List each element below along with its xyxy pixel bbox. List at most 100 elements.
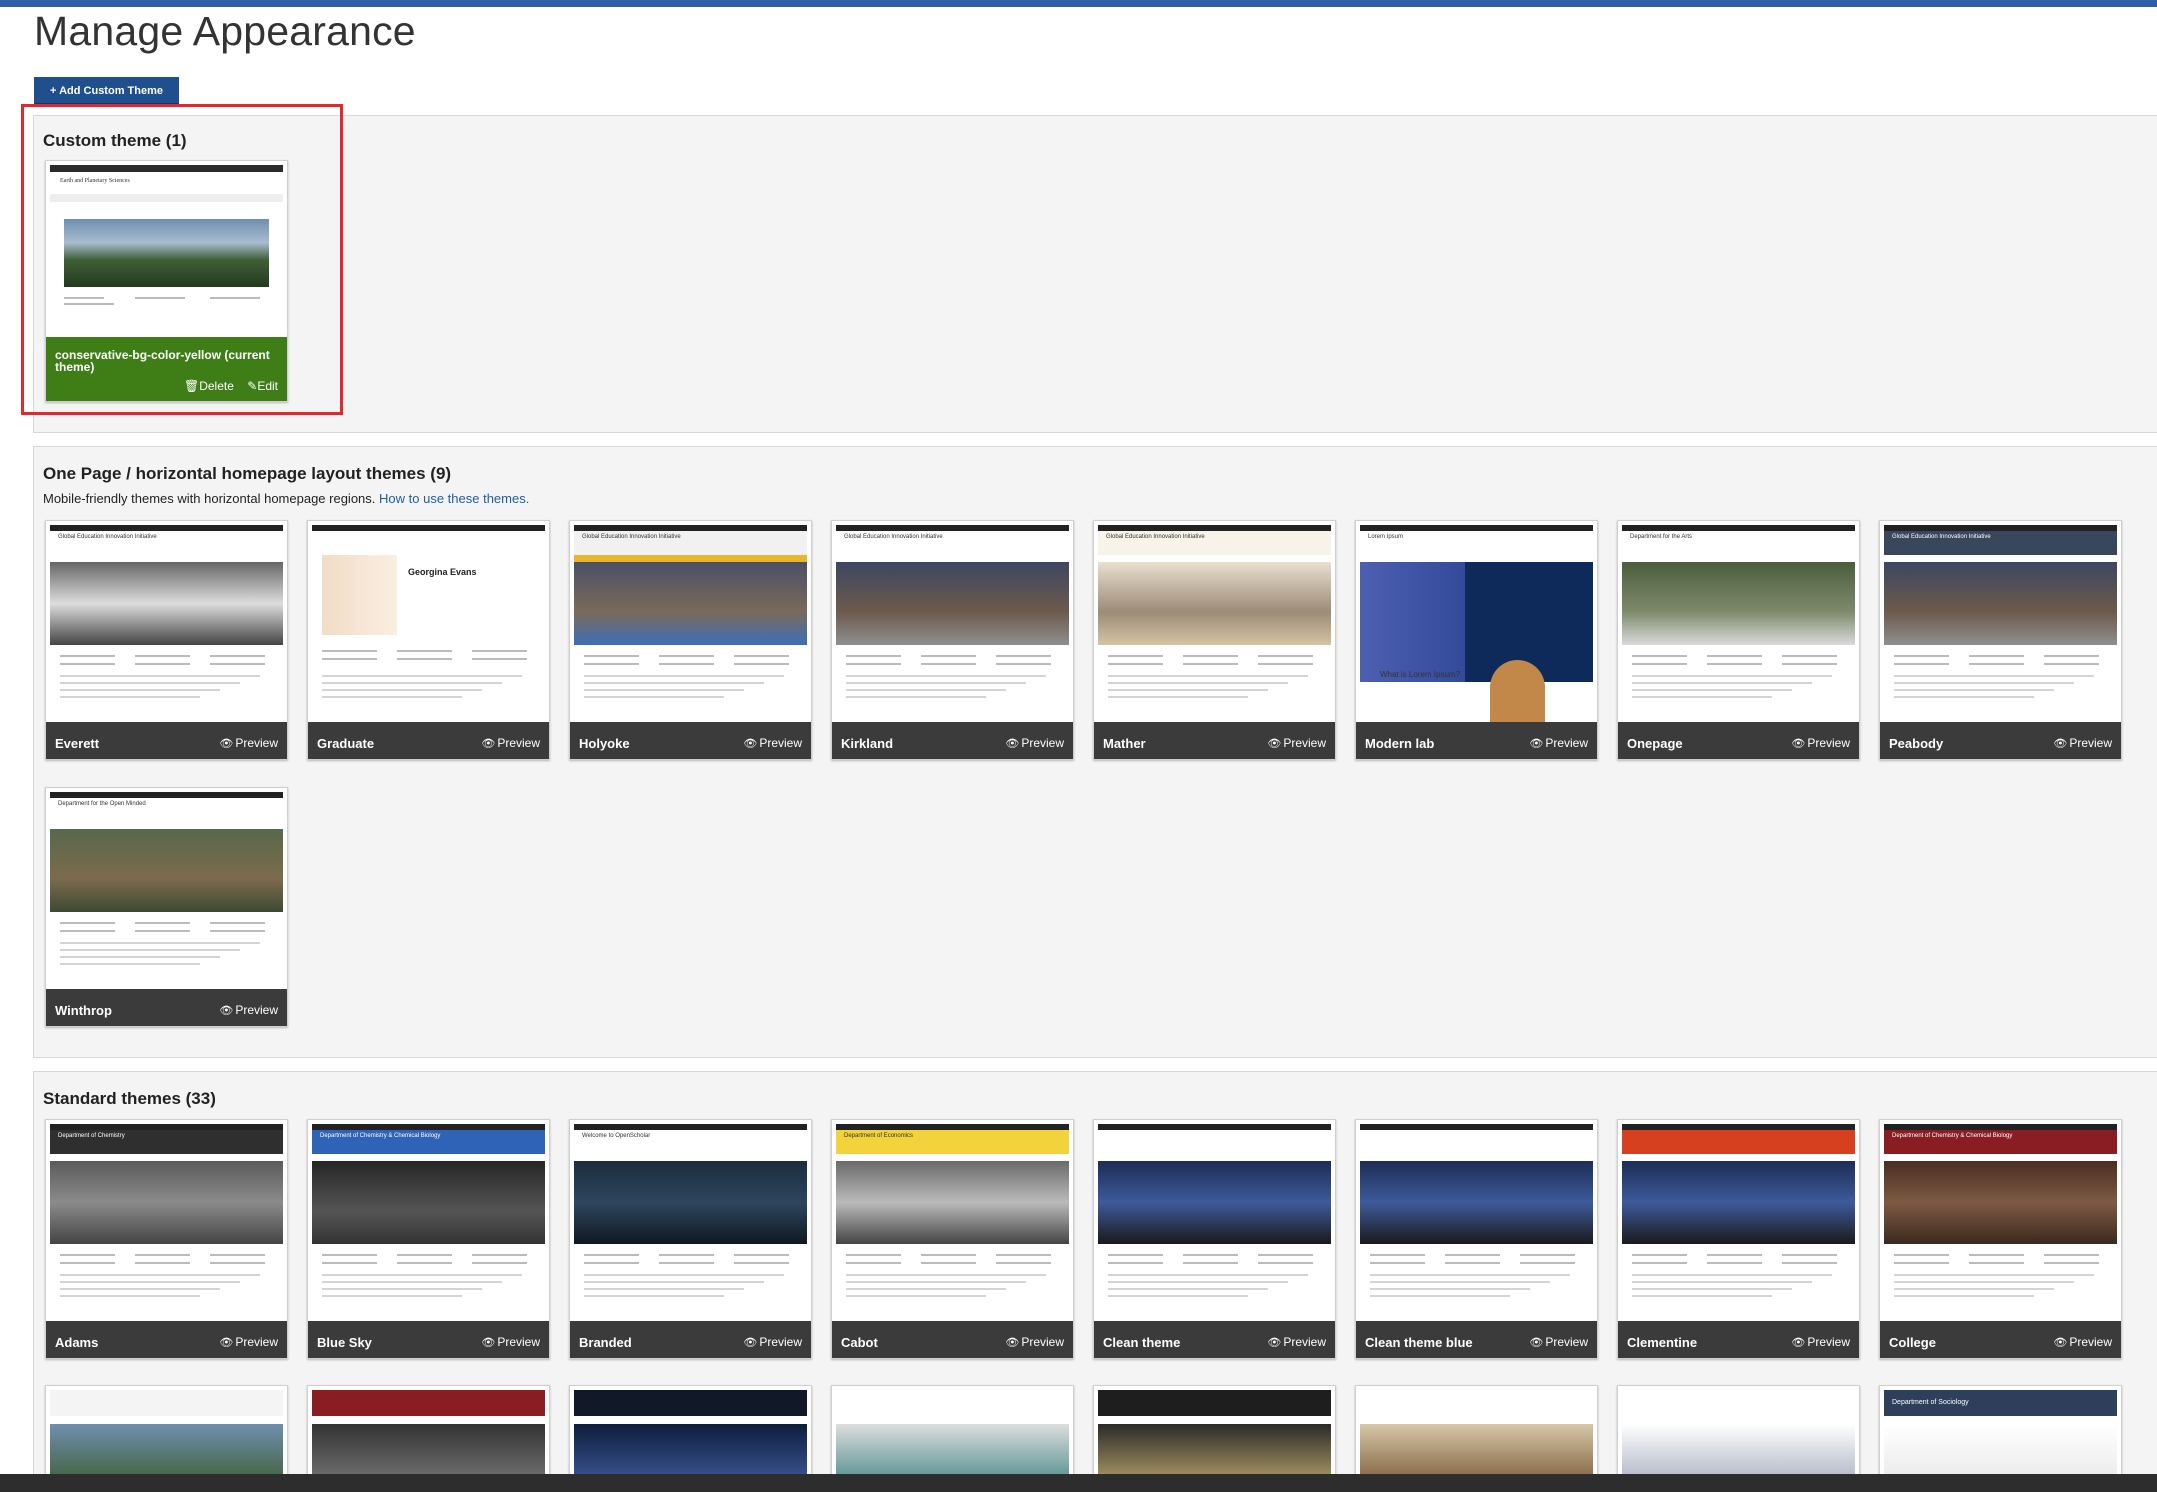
eye-icon: 👁 (1267, 1337, 1282, 1349)
section-description: Mobile-friendly themes with horizontal h… (43, 491, 530, 506)
theme-card[interactable] (569, 1385, 812, 1487)
edit-theme-button[interactable]: ✎Edit (247, 379, 278, 393)
preview-button[interactable]: 👁 Preview (1791, 1335, 1850, 1349)
theme-thumbnail: Department of Economics (836, 1124, 1069, 1321)
theme-card-bar: College 👁 Preview (1880, 1321, 2121, 1358)
preview-button[interactable]: 👁 Preview (1791, 736, 1850, 750)
current-theme-bar: conservative-bg-color-yellow (current th… (46, 337, 287, 401)
thumb-question: What is Lorem Ipsum? (1380, 670, 1461, 679)
preview-label: Preview (1545, 1335, 1588, 1349)
how-to-use-link[interactable]: How to use these themes. (379, 491, 529, 506)
preview-button[interactable]: 👁 Preview (1005, 736, 1064, 750)
eye-icon: 👁 (2053, 1337, 2068, 1349)
theme-card[interactable] (45, 1385, 288, 1487)
preview-button[interactable]: 👁 Preview (2053, 1335, 2112, 1349)
eye-icon: 👁 (743, 1337, 758, 1349)
eye-icon: 👁 (1267, 738, 1282, 750)
edit-icon: ✎ (247, 379, 258, 393)
theme-card[interactable] (831, 1385, 1074, 1487)
section-title: Standard themes (33) (43, 1089, 216, 1108)
preview-label: Preview (235, 1335, 278, 1349)
theme-card[interactable] (1355, 1385, 1598, 1487)
theme-card-bar: Clementine 👁 Preview (1618, 1321, 1859, 1358)
thumb-site-title: Global Education Innovation Initiative (844, 534, 943, 540)
theme-thumbnail: Georgina Evans (312, 525, 545, 722)
theme-card-bar: Winthrop 👁 Preview (46, 989, 287, 1026)
preview-button[interactable]: 👁 Preview (219, 736, 278, 750)
preview-button[interactable]: 👁 Preview (1529, 1335, 1588, 1349)
preview-button[interactable]: 👁 Preview (1267, 1335, 1326, 1349)
theme-thumbnail: Department of Chemistry & Chemical Biolo… (1884, 1124, 2117, 1321)
theme-name: Mather (1103, 736, 1146, 751)
theme-card[interactable]: Department for the Arts Onepage 👁 Preview (1617, 520, 1860, 760)
theme-thumbnail: Department of Sociology (1884, 1390, 2117, 1486)
preview-button[interactable]: 👁 Preview (481, 736, 540, 750)
preview-label: Preview (759, 1335, 802, 1349)
theme-card[interactable]: Department of Sociology (1879, 1385, 2122, 1487)
theme-card[interactable]: Global Education Innovation Initiative Ho… (569, 520, 812, 760)
theme-card-bar: Clean theme blue 👁 Preview (1356, 1321, 1597, 1358)
preview-label: Preview (235, 1003, 278, 1017)
theme-thumbnail (574, 1390, 807, 1486)
theme-thumbnail: Global Education Innovation Initiative (50, 525, 283, 722)
preview-button[interactable]: 👁 Preview (743, 1335, 802, 1349)
theme-thumbnail: Global Education Innovation Initiative (1098, 525, 1331, 722)
theme-name: Onepage (1627, 736, 1683, 751)
current-theme-card[interactable]: Earth and Planetary Sciences conservativ… (45, 160, 288, 402)
theme-card-bar: Mather 👁 Preview (1094, 722, 1335, 759)
theme-card[interactable]: Department of Chemistry & Chemical Biolo… (1879, 1119, 2122, 1359)
theme-thumbnail: Global Education Innovation Initiative (574, 525, 807, 722)
eye-icon: 👁 (219, 738, 234, 750)
theme-name: Clean theme (1103, 1335, 1181, 1350)
theme-card[interactable]: Global Education Innovation Initiative Ki… (831, 520, 1074, 760)
eye-icon: 👁 (219, 1005, 234, 1017)
theme-card[interactable]: Department of Chemistry Adams 👁 Preview (45, 1119, 288, 1359)
theme-card[interactable]: Georgina Evans Graduate 👁 Preview (307, 520, 550, 760)
theme-thumbnail: Earth and Planetary Sciences (50, 165, 283, 337)
theme-card[interactable]: Welcome to OpenScholar Branded 👁 Preview (569, 1119, 812, 1359)
preview-label: Preview (2069, 1335, 2112, 1349)
theme-card[interactable]: Clean theme 👁 Preview (1093, 1119, 1336, 1359)
theme-card[interactable]: Department of Chemistry & Chemical Biolo… (307, 1119, 550, 1359)
theme-card-bar: Holyoke 👁 Preview (570, 722, 811, 759)
thumb-site-title: Georgina Evans (408, 567, 477, 577)
theme-card[interactable] (1093, 1385, 1336, 1487)
theme-card[interactable]: Lorem Ipsum What is Lorem Ipsum? Modern la… (1355, 520, 1598, 760)
theme-card-bar: Peabody 👁 Preview (1880, 722, 2121, 759)
theme-card[interactable]: Department of Economics Cabot 👁 Preview (831, 1119, 1074, 1359)
theme-card[interactable]: Clementine 👁 Preview (1617, 1119, 1860, 1359)
preview-button[interactable]: 👁 Preview (219, 1003, 278, 1017)
theme-name: Cabot (841, 1335, 878, 1350)
preview-button[interactable]: 👁 Preview (1005, 1335, 1064, 1349)
custom-theme-section: Custom theme (1) (33, 115, 2157, 433)
theme-card-bar: Cabot 👁 Preview (832, 1321, 1073, 1358)
theme-name: Everett (55, 736, 100, 751)
preview-button[interactable]: 👁 Preview (2053, 736, 2112, 750)
preview-button[interactable]: 👁 Preview (481, 1335, 540, 1349)
preview-button[interactable]: 👁 Preview (743, 736, 802, 750)
preview-button[interactable]: 👁 Preview (1529, 736, 1588, 750)
preview-label: Preview (1283, 736, 1326, 750)
eye-icon: 👁 (1529, 1337, 1544, 1349)
theme-card-bar: Everett 👁 Preview (46, 722, 287, 759)
eye-icon: 👁 (1005, 1337, 1020, 1349)
add-custom-theme-button[interactable]: + Add Custom Theme (34, 77, 179, 105)
theme-card[interactable]: Global Education Innovation Initiative Pe… (1879, 520, 2122, 760)
theme-card[interactable] (307, 1385, 550, 1487)
delete-theme-button[interactable]: 🗑Delete (184, 379, 234, 393)
eye-icon: 👁 (743, 738, 758, 750)
theme-card-bar: Modern lab 👁 Preview (1356, 722, 1597, 759)
theme-card[interactable]: Department for the Open Minded Winthrop 👁 P… (45, 787, 288, 1027)
theme-card[interactable]: Global Education Innovation Initiative Ev… (45, 520, 288, 760)
theme-card[interactable] (1617, 1385, 1860, 1487)
theme-thumbnail (312, 1390, 545, 1486)
preview-button[interactable]: 👁 Preview (1267, 736, 1326, 750)
theme-thumbnail: Department for the Arts (1622, 525, 1855, 722)
theme-name: College (1889, 1335, 1936, 1350)
theme-card[interactable]: Clean theme blue 👁 Preview (1355, 1119, 1598, 1359)
preview-button[interactable]: 👁 Preview (219, 1335, 278, 1349)
theme-card[interactable]: Global Education Innovation Initiative Ma… (1093, 520, 1336, 760)
thumb-site-title: Earth and Planetary Sciences (60, 178, 130, 184)
thumb-site-title: Welcome to OpenScholar (582, 1133, 651, 1139)
theme-thumbnail (836, 1390, 1069, 1486)
